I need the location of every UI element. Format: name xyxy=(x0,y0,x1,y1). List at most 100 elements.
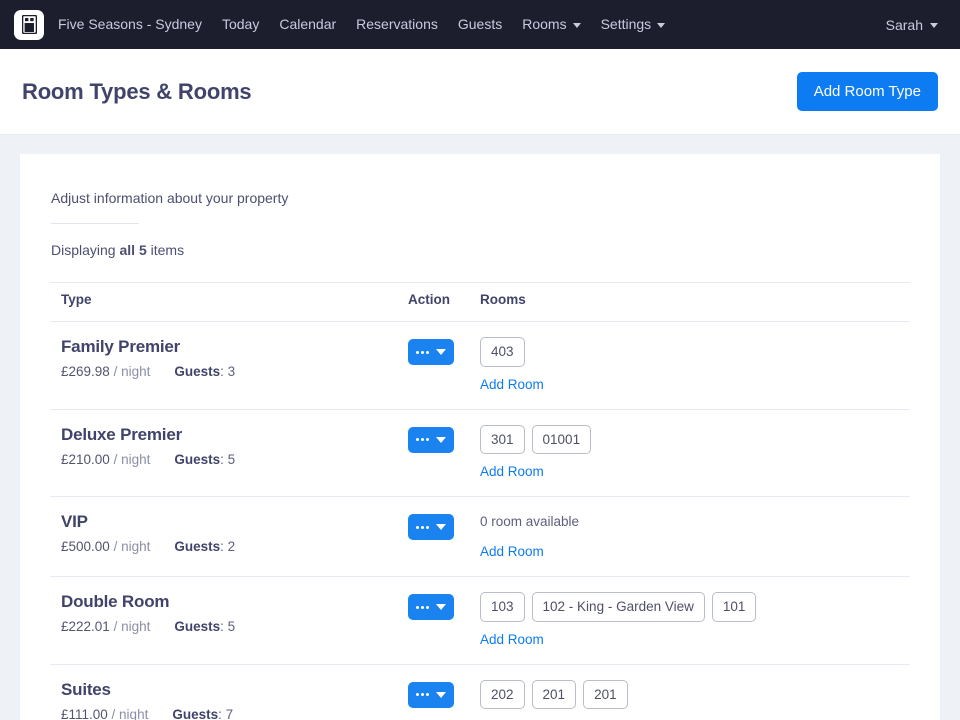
room-type-guests: Guests: 7 xyxy=(172,706,234,720)
cell-rooms: 103 102 - King - Garden View 101 Add Room xyxy=(480,576,910,665)
cell-action xyxy=(408,409,480,498)
room-type-meta: £269.98 / night Guests: 3 xyxy=(61,364,408,379)
room-chip-list: 202 201 201 xyxy=(480,679,910,710)
room-chip-list: 103 102 - King - Garden View 101 xyxy=(480,592,910,622)
nav-link-guests[interactable]: Guests xyxy=(448,0,512,49)
table-row: VIP £500.00 / night Guests: 2 0 room availa… xyxy=(50,496,910,578)
user-name: Sarah xyxy=(885,16,923,33)
room-type-meta: £210.00 / night Guests: 5 xyxy=(61,452,408,467)
add-room-link[interactable]: Add Room xyxy=(480,377,544,392)
nav-link-label: Rooms xyxy=(522,16,567,32)
ellipsis-icon xyxy=(416,350,429,354)
nav-link-settings[interactable]: Settings xyxy=(591,0,676,49)
row-actions-dropdown-button[interactable] xyxy=(408,514,454,541)
nav-link-calendar[interactable]: Calendar xyxy=(269,0,346,49)
price-unit: / night xyxy=(109,451,151,467)
nav-link-reservations[interactable]: Reservations xyxy=(346,0,448,49)
cell-rooms: 403 Add Room xyxy=(480,321,910,410)
chevron-down-icon xyxy=(572,23,581,28)
divider xyxy=(51,223,139,224)
add-room-link[interactable]: Add Room xyxy=(480,632,544,647)
add-room-type-button[interactable]: Add Room Type xyxy=(796,72,938,111)
row-actions-dropdown-button[interactable] xyxy=(408,339,454,365)
navbar-links: Five Seasons - Sydney Today Calendar Res… xyxy=(58,0,675,49)
user-menu[interactable]: Sarah xyxy=(886,17,944,33)
ellipsis-icon xyxy=(416,525,429,529)
chevron-down-icon xyxy=(436,691,446,698)
top-navbar: Five Seasons - Sydney Today Calendar Res… xyxy=(0,0,960,49)
table-row: Family Premier £269.98 / night Guests: 3 40… xyxy=(50,321,910,410)
table-row: Double Room £222.01 / night Guests: 5 103 10… xyxy=(50,576,910,665)
room-chip[interactable]: 201 xyxy=(583,679,628,710)
row-actions-dropdown-button[interactable] xyxy=(408,426,454,453)
price-value: £222.01 xyxy=(61,619,110,635)
guests-label: Guests xyxy=(174,539,221,555)
guests-value: 7 xyxy=(225,706,234,720)
nav-link-label: Settings xyxy=(600,16,652,32)
room-type-price: £210.00 / night xyxy=(61,452,150,467)
ellipsis-icon xyxy=(416,438,429,442)
chevron-down-icon xyxy=(657,23,666,28)
guests-label: Guests xyxy=(174,619,221,635)
room-chip[interactable]: 403 xyxy=(480,337,525,367)
room-chip[interactable]: 102 - King - Garden View xyxy=(531,592,705,622)
price-unit: / night xyxy=(107,706,149,720)
row-actions-dropdown-button[interactable] xyxy=(408,594,454,621)
displaying-prefix: Displaying xyxy=(51,242,116,258)
page-header: Room Types & Rooms Add Room Type xyxy=(0,49,960,135)
table-row: Deluxe Premier £210.00 / night Guests: 5 30… xyxy=(50,409,910,498)
add-room-link[interactable]: Add Room xyxy=(480,464,544,479)
room-types-table: Type Action Rooms Family Premier £269.98 … xyxy=(50,282,910,720)
guests-label: Guests xyxy=(174,451,221,467)
price-value: £500.00 xyxy=(61,539,110,555)
price-unit: / night xyxy=(109,539,151,555)
chevron-down-icon xyxy=(436,349,446,355)
room-type-meta: £500.00 / night Guests: 2 xyxy=(61,539,408,554)
chevron-down-icon xyxy=(436,436,446,443)
room-chip[interactable]: 301 xyxy=(480,424,525,455)
add-room-link[interactable]: Add Room xyxy=(480,544,544,559)
room-type-meta: £111.00 / night Guests: 7 xyxy=(61,707,408,720)
room-chip-list: 403 xyxy=(480,337,910,367)
displaying-count: Displaying all 5 items xyxy=(50,242,910,258)
cell-room-type: Deluxe Premier £210.00 / night Guests: 5 xyxy=(50,409,408,498)
room-chip[interactable]: 201 xyxy=(531,679,577,710)
nav-link-label: Today xyxy=(221,16,260,32)
table-head: Type Action Rooms xyxy=(50,282,910,322)
column-header-action: Action xyxy=(408,282,480,322)
nav-link-today[interactable]: Today xyxy=(212,0,269,49)
hotel-building-icon xyxy=(21,15,37,34)
nav-link-property[interactable]: Five Seasons - Sydney xyxy=(58,0,212,49)
room-chip[interactable]: 101 xyxy=(711,592,757,622)
no-rooms-message: 0 room available xyxy=(480,514,580,530)
nav-link-label: Calendar xyxy=(279,16,337,32)
cell-rooms: 301 01001 Add Room xyxy=(480,409,910,498)
room-type-price: £222.01 / night xyxy=(61,619,150,634)
row-actions-dropdown-button[interactable] xyxy=(408,681,454,708)
nav-link-label: Five Seasons - Sydney xyxy=(58,16,202,32)
nav-link-rooms[interactable]: Rooms xyxy=(512,0,590,49)
brand-logo[interactable] xyxy=(14,9,44,40)
table-body: Family Premier £269.98 / night Guests: 3 40… xyxy=(50,321,910,720)
cell-room-type: VIP £500.00 / night Guests: 2 xyxy=(50,496,408,578)
room-type-name: Double Room xyxy=(61,592,170,612)
room-chip[interactable]: 202 xyxy=(480,679,525,710)
column-header-type: Type xyxy=(50,282,408,322)
room-chip-list: 301 01001 xyxy=(480,424,910,455)
displaying-number: all 5 xyxy=(119,242,147,258)
table-header-row: Type Action Rooms xyxy=(50,282,910,322)
room-type-meta: £222.01 / night Guests: 5 xyxy=(61,619,408,634)
room-type-name: Family Premier xyxy=(61,337,181,356)
nav-link-label: Reservations xyxy=(356,16,438,32)
card-subtitle: Adjust information about your property xyxy=(51,190,289,206)
room-chip[interactable]: 103 xyxy=(480,592,525,622)
table-row: Suites£111.00 / nightGuests: 7Descriptio… xyxy=(50,664,910,720)
room-type-guests: Guests: 2 xyxy=(174,539,236,555)
chevron-down-icon xyxy=(436,604,446,611)
cell-action xyxy=(408,664,480,720)
room-chip[interactable]: 01001 xyxy=(531,424,592,455)
displaying-suffix: items xyxy=(150,242,185,258)
cell-room-type: Family Premier £269.98 / night Guests: 3 xyxy=(50,321,408,410)
cell-room-type: Double Room £222.01 / night Guests: 5 xyxy=(50,576,408,665)
guests-value: 5 xyxy=(227,451,236,467)
